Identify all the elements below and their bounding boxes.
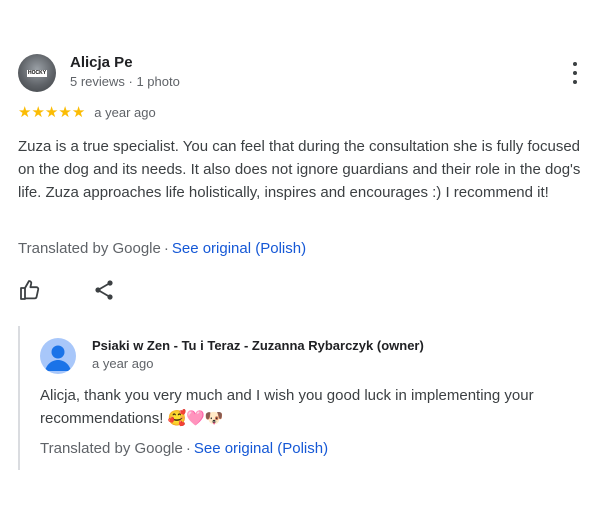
more-vert-icon-dot (573, 80, 577, 84)
owner-translation-notice: Translated by Google · See original (Polis… (40, 440, 328, 457)
translated-by-label: Translated by Google (18, 240, 161, 257)
translation-notice: Translated by Google · See original (Polis… (18, 240, 306, 257)
star-rating: ★ ★ ★ ★ ★ (18, 104, 85, 120)
share-icon (95, 280, 113, 300)
more-options-button[interactable] (566, 62, 584, 84)
star-icon: ★ (18, 103, 32, 121)
reviewer-name[interactable]: Alicja Pe (70, 54, 133, 71)
see-original-link[interactable]: See original (Polish) (172, 240, 306, 257)
translated-by-label: Translated by Google (40, 440, 183, 457)
owner-avatar (40, 338, 76, 374)
owner-reply-text: Alicja, thank you very much and I wish y… (40, 387, 534, 427)
rating-row: ★ ★ ★ ★ ★ a year ago (18, 104, 156, 120)
more-vert-icon-dot (573, 62, 577, 66)
owner-name: Psiaki w Zen - Tu i Teraz - Zuzanna Ryba… (92, 338, 424, 353)
person-icon (45, 345, 71, 371)
reviewer-avatar[interactable]: HOCKY (18, 54, 56, 92)
owner-reply: Psiaki w Zen - Tu i Teraz - Zuzanna Ryba… (18, 326, 590, 470)
owner-reply-date: a year ago (92, 356, 154, 371)
avatar-badge-text: HOCKY (27, 70, 47, 77)
separator-dot: · (185, 440, 191, 457)
like-button[interactable] (18, 278, 42, 302)
reviewer-meta: 5 reviews · 1 photo (70, 74, 180, 89)
star-icon: ★ (71, 103, 86, 121)
separator-dot: · (163, 240, 169, 257)
share-button[interactable] (92, 278, 116, 302)
review-card: HOCKY Alicja Pe 5 reviews · 1 photo ★ ★ … (0, 0, 600, 512)
star-icon: ★ (58, 103, 72, 121)
thumb-up-icon (20, 280, 40, 300)
see-original-link[interactable]: See original (Polish) (194, 440, 328, 457)
star-icon: ★ (44, 103, 59, 121)
more-vert-icon-dot (573, 71, 577, 75)
review-date: a year ago (94, 104, 156, 120)
star-icon: ★ (31, 103, 45, 121)
review-text: Zuza is a true specialist. You can feel … (18, 138, 581, 201)
